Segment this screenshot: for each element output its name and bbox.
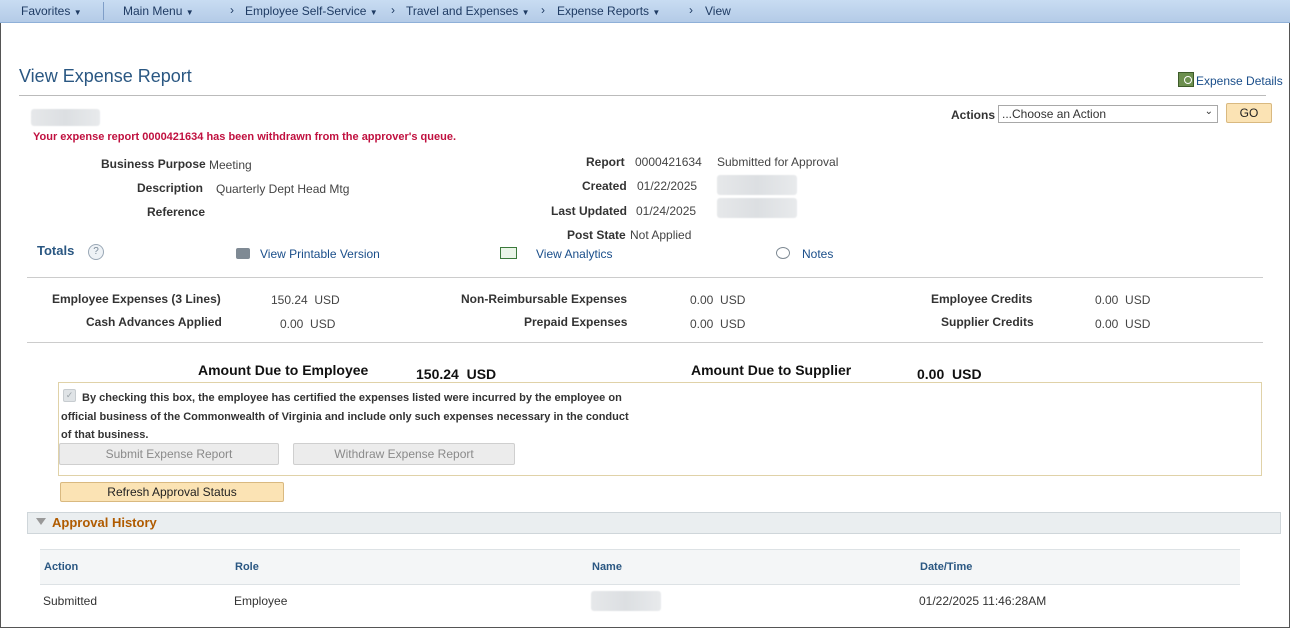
collapse-triangle-icon (36, 518, 46, 525)
supplier-credits-label: Supplier Credits (941, 315, 1034, 329)
amount-due-supplier-label: Amount Due to Supplier (691, 362, 852, 378)
breadcrumb-separator-icon: › (391, 3, 395, 17)
employee-expenses-label: Employee Expenses (3 Lines) (52, 292, 221, 306)
comment-icon (776, 247, 790, 259)
description-value: Quarterly Dept Head Mtg (216, 182, 350, 196)
non-reimbursable-value: 0.00 USD (690, 293, 746, 307)
totals-heading: Totals (37, 243, 75, 258)
chevron-down-icon: ▼ (185, 8, 194, 17)
amount-due-divider (27, 342, 1263, 343)
certification-text-line2: official business of the Commonwealth of… (61, 411, 629, 423)
amount-due-employee-label: Amount Due to Employee (198, 362, 369, 378)
report-status: Submitted for Approval (717, 155, 839, 169)
amount-due-supplier-value: 0.00 USD (917, 366, 982, 382)
chevron-down-icon: ▼ (369, 8, 378, 17)
totals-divider (27, 277, 1263, 278)
report-number: 0000421634 (635, 155, 702, 169)
business-purpose-label: Business Purpose (101, 157, 206, 171)
created-label: Created (582, 179, 627, 193)
description-label: Description (137, 181, 204, 195)
submit-expense-report-button[interactable]: Submit Expense Report (59, 443, 279, 465)
created-date: 01/22/2025 (637, 179, 698, 193)
chevron-down-icon: ⌄ (1204, 106, 1213, 117)
refresh-approval-status-button[interactable]: Refresh Approval Status (60, 482, 284, 502)
actions-label: Actions (951, 108, 996, 122)
chevron-down-icon: ▼ (73, 8, 82, 17)
certification-text-line1: By checking this box, the employee has c… (82, 392, 622, 404)
employee-expenses-value: 150.24 USD (271, 293, 340, 307)
row-role: Employee (234, 594, 288, 608)
page-title: View Expense Report (19, 66, 192, 86)
status-message: Your expense report 0000421634 has been … (33, 131, 457, 143)
report-label: Report (586, 155, 625, 169)
employee-credits-value: 0.00 USD (1095, 293, 1151, 307)
row-datetime: 01/22/2025 11:46:28AM (919, 594, 1047, 608)
cash-advances-label: Cash Advances Applied (86, 315, 222, 329)
printer-icon (236, 248, 250, 259)
cash-advances-value: 0.00 USD (280, 317, 336, 331)
created-by-redacted (717, 175, 797, 195)
prepaid-expenses-value: 0.00 USD (690, 317, 746, 331)
actions-select[interactable]: ...Choose an Action ⌄ (998, 105, 1218, 123)
approval-history-title: Approval History (52, 515, 157, 530)
main-menu[interactable]: Main Menu ▼ (123, 4, 194, 18)
notes-link[interactable]: Notes (776, 247, 833, 261)
expense-details-link[interactable]: Expense Details (1178, 72, 1283, 88)
post-state-value: Not Applied (630, 228, 692, 242)
help-icon[interactable]: ? (88, 244, 104, 260)
breadcrumb-separator-icon: › (230, 3, 234, 17)
row-action: Submitted (43, 594, 98, 608)
business-purpose-value: Meeting (209, 158, 252, 172)
certification-checkbox[interactable]: ✓ (63, 389, 76, 402)
view-analytics-link[interactable]: View Analytics (500, 247, 612, 261)
employee-name-redacted (31, 109, 100, 126)
breadcrumb-employee-self-service[interactable]: Employee Self-Service ▼ (245, 4, 378, 18)
go-button[interactable]: GO (1226, 103, 1272, 123)
post-state-label: Post State (567, 228, 626, 242)
certification-panel: ✓ By checking this box, the employee has… (58, 382, 1262, 476)
reference-label: Reference (147, 205, 206, 219)
column-header-action: Action (44, 561, 79, 573)
last-updated-date: 01/24/2025 (636, 204, 697, 218)
breadcrumb-separator-icon: › (541, 3, 545, 17)
last-updated-label: Last Updated (551, 204, 628, 218)
row-name-redacted (591, 591, 661, 611)
updated-by-redacted (717, 198, 797, 218)
withdraw-expense-report-button[interactable]: Withdraw Expense Report (293, 443, 515, 465)
column-header-name: Name (592, 561, 622, 573)
non-reimbursable-label: Non-Reimbursable Expenses (461, 292, 628, 306)
favorites-menu[interactable]: Favorites ▼ (21, 4, 82, 18)
top-nav-bar: Favorites ▼ Main Menu ▼ › Employee Self-… (0, 0, 1290, 23)
amount-due-employee-value: 150.24 USD (416, 366, 497, 382)
breadcrumb-separator-icon: › (689, 3, 693, 17)
expense-details-icon (1178, 72, 1194, 87)
approval-grid-header: Action Role Name Date/Time (40, 549, 1240, 585)
certification-text-line3: of that business. (61, 429, 149, 441)
analytics-icon (500, 247, 517, 259)
breadcrumb-expense-reports[interactable]: Expense Reports ▼ (557, 4, 660, 18)
supplier-credits-value: 0.00 USD (1095, 317, 1151, 331)
chevron-down-icon: ▼ (521, 8, 530, 17)
table-row: Submitted Employee 01/22/2025 11:46:28AM (40, 584, 1240, 618)
view-printable-version-link[interactable]: View Printable Version (236, 247, 380, 261)
column-header-role: Role (235, 561, 259, 573)
nav-divider (103, 2, 104, 20)
prepaid-expenses-label: Prepaid Expenses (524, 315, 628, 329)
chevron-down-icon: ▼ (652, 8, 661, 17)
column-header-datetime: Date/Time (920, 561, 973, 573)
approval-history-header[interactable]: Approval History (27, 512, 1281, 534)
breadcrumb-travel-and-expenses[interactable]: Travel and Expenses ▼ (406, 4, 530, 18)
breadcrumb-view: View (705, 4, 731, 18)
employee-credits-label: Employee Credits (931, 292, 1033, 306)
title-divider (19, 95, 1266, 96)
